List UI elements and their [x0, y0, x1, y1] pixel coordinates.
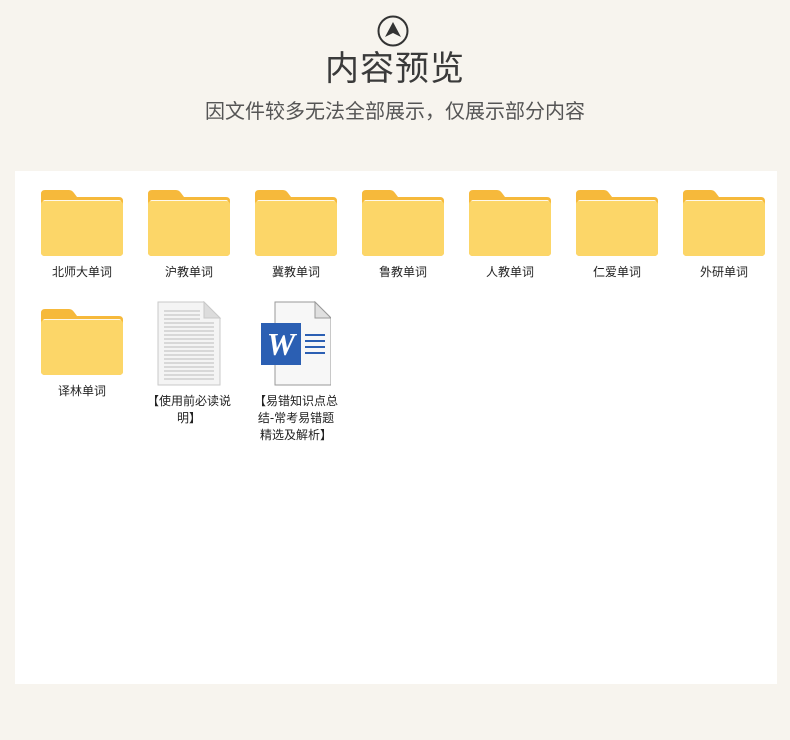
folder-icon — [41, 190, 123, 256]
file-label: 人教单词 — [485, 265, 534, 279]
up-arrow-circle-icon[interactable] — [377, 15, 409, 47]
folder-item-waiyan[interactable]: 外研单词 — [674, 188, 774, 281]
folder-item-renai[interactable]: 仁爱单词 — [567, 188, 667, 281]
folder-item-lujiao[interactable]: 鲁教单词 — [353, 188, 453, 281]
folder-icon — [469, 190, 551, 256]
text-document-icon — [157, 301, 222, 386]
file-label: 仁爱单词 — [592, 265, 641, 279]
file-label: 【使用前必读说明】 — [146, 394, 231, 425]
page-title: 内容预览 — [325, 49, 465, 89]
word-file-item-errors[interactable]: W 【易错知识点总结-常考易错题精选及解析】 — [246, 301, 346, 444]
folder-icon — [683, 190, 765, 256]
text-file-item-readme[interactable]: 【使用前必读说明】 — [139, 301, 239, 427]
file-label: 北师大单词 — [51, 265, 112, 279]
folder-item-beishida[interactable]: 北师大单词 — [32, 188, 132, 281]
folder-item-renjiao[interactable]: 人教单词 — [460, 188, 560, 281]
svg-text:W: W — [267, 326, 298, 362]
file-label: 【易错知识点总结-常考易错题精选及解析】 — [253, 394, 338, 442]
file-grid: 北师大单词 沪教单词 冀教单词 鲁教单词 人教单词 仁爱单词 外研单词 译林单词… — [15, 171, 777, 684]
page-subtitle: 因文件较多无法全部展示，仅展示部分内容 — [205, 99, 585, 123]
file-label: 外研单词 — [699, 265, 748, 279]
file-label: 鲁教单词 — [378, 265, 427, 279]
file-label: 译林单词 — [57, 384, 106, 398]
file-label: 冀教单词 — [271, 265, 320, 279]
folder-icon — [362, 190, 444, 256]
folder-icon — [41, 309, 123, 375]
folder-icon — [576, 190, 658, 256]
word-document-icon: W — [261, 301, 331, 386]
folder-icon — [255, 190, 337, 256]
file-label: 沪教单词 — [164, 265, 213, 279]
folder-item-jijiao[interactable]: 冀教单词 — [246, 188, 346, 281]
folder-item-hujiao[interactable]: 沪教单词 — [139, 188, 239, 281]
folder-icon — [148, 190, 230, 256]
folder-item-yilin[interactable]: 译林单词 — [32, 307, 132, 400]
